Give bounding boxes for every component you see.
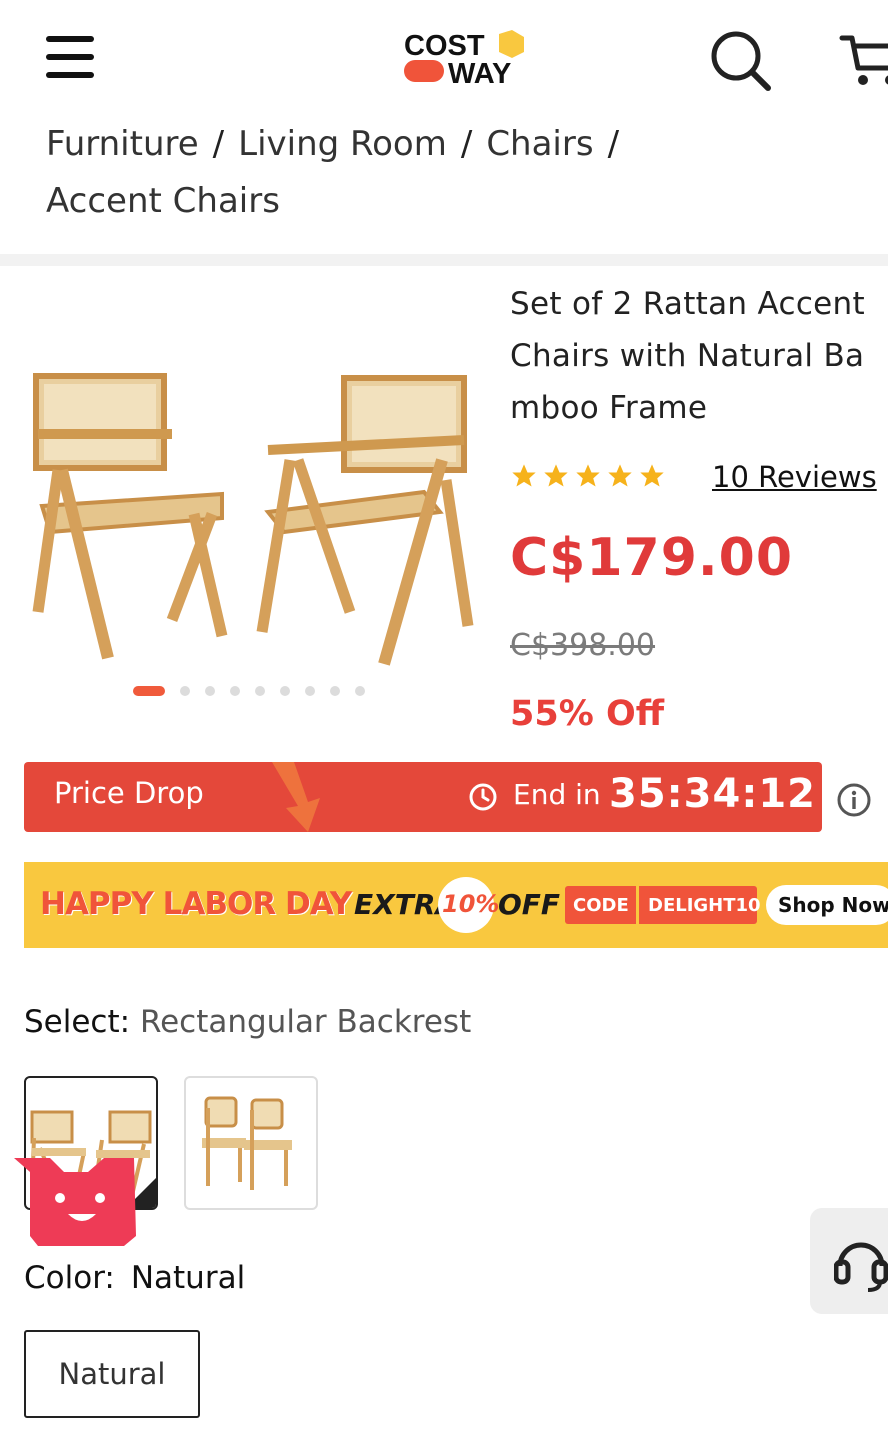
breadcrumb-chairs[interactable]: Chairs xyxy=(486,124,593,164)
breadcrumb-furniture[interactable]: Furniture xyxy=(46,124,199,164)
color-label: Color: xyxy=(24,1260,115,1296)
carousel-dot[interactable] xyxy=(355,686,365,696)
carousel-dot[interactable] xyxy=(205,686,215,696)
option-curved-backrest[interactable] xyxy=(184,1076,318,1210)
discount-label: 55% Off xyxy=(510,694,665,734)
code-divider xyxy=(636,886,639,924)
carousel-dot[interactable] xyxy=(280,686,290,696)
star-icon xyxy=(608,464,632,487)
carousel-dot-active[interactable] xyxy=(133,686,165,696)
promo-headline: HAPPY LABOR DAY xyxy=(40,886,352,922)
breadcrumb-living-room[interactable]: Living Room xyxy=(238,124,447,164)
select-value: Rectangular Backrest xyxy=(139,1004,472,1040)
breadcrumb-separator: / xyxy=(212,124,225,164)
carousel-dot[interactable] xyxy=(180,686,190,696)
headset-icon xyxy=(834,1242,888,1292)
current-price: C$179.00 xyxy=(510,528,794,588)
hamburger-icon[interactable] xyxy=(46,36,94,80)
section-divider xyxy=(0,254,888,266)
countdown-timer: 35:34:12 xyxy=(609,771,816,817)
promo-off: OFF xyxy=(498,888,561,921)
promo-code-value: DELIGHT10 xyxy=(648,895,761,916)
breadcrumb: Furniture / Living Room / Chairs / Accent Cha… xyxy=(46,116,846,230)
carousel-dot[interactable] xyxy=(255,686,265,696)
info-icon[interactable] xyxy=(836,782,872,818)
costway-logo[interactable]: COST WAY xyxy=(402,30,526,90)
promo-percent: 10% xyxy=(442,890,500,918)
color-row: Color: Natural xyxy=(24,1260,245,1296)
select-label: Select: xyxy=(24,1004,131,1040)
breadcrumb-accent-chairs[interactable]: Accent Chairs xyxy=(46,181,280,221)
price-drop-label: Price Drop xyxy=(54,776,204,810)
chair-illustration-left xyxy=(32,373,228,660)
search-icon[interactable] xyxy=(708,28,772,92)
end-in-label: End in xyxy=(513,778,601,811)
select-row: Select: Rectangular Backrest xyxy=(24,1004,471,1040)
cart-icon[interactable] xyxy=(838,30,888,88)
star-icon xyxy=(640,464,664,487)
promo-banner[interactable]: HAPPY LABOR DAY EXTRA 10% OFF CODE DELIG… xyxy=(24,862,888,948)
star-icon xyxy=(512,464,536,487)
down-arrow-icon xyxy=(272,762,320,832)
rating-stars xyxy=(510,462,670,490)
shop-now-button[interactable]: Shop Now xyxy=(766,885,888,925)
color-option-natural[interactable]: Natural xyxy=(24,1330,200,1418)
carousel-dot[interactable] xyxy=(330,686,340,696)
carousel-dot[interactable] xyxy=(305,686,315,696)
price-drop-banner: Price Drop End in 35:34:12 xyxy=(24,762,822,832)
carousel-dot[interactable] xyxy=(230,686,240,696)
chair-illustration-right xyxy=(256,375,474,666)
color-value: Natural xyxy=(130,1260,246,1296)
svg-text:WAY: WAY xyxy=(448,58,511,86)
star-icon xyxy=(576,464,600,487)
breadcrumb-separator: / xyxy=(607,124,620,164)
mascot-chat-icon[interactable] xyxy=(14,1158,138,1250)
reviews-link[interactable]: 10 Reviews xyxy=(712,460,877,494)
product-title: Set of 2 Rattan Accent Chairs with Natur… xyxy=(510,286,865,426)
product-image[interactable] xyxy=(22,280,492,720)
clock-icon xyxy=(469,783,497,811)
promo-code-label: CODE xyxy=(573,895,629,916)
image-carousel-dots[interactable] xyxy=(133,685,380,697)
star-icon xyxy=(544,464,568,487)
original-price: C$398.00 xyxy=(510,628,656,663)
header: COST WAY xyxy=(0,0,888,110)
breadcrumb-separator: / xyxy=(460,124,473,164)
